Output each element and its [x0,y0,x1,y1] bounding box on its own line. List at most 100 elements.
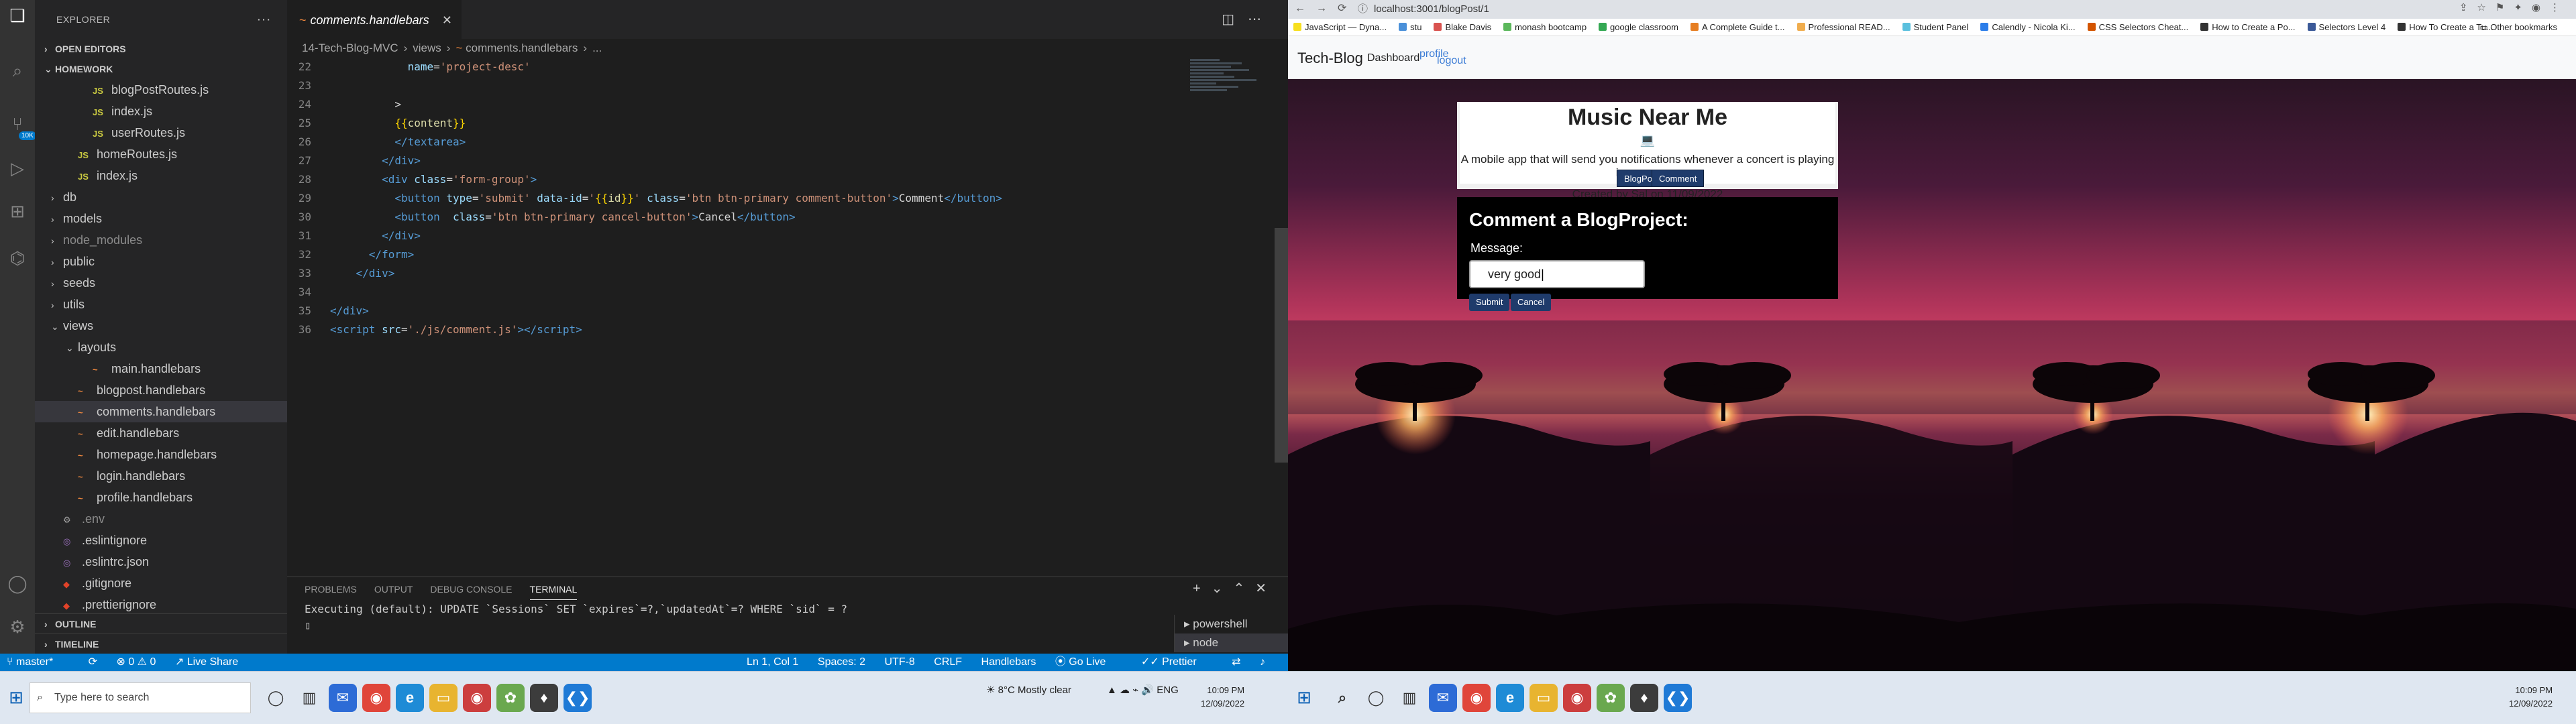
mail-app-icon[interactable]: ✉ [1429,684,1457,712]
tree-item[interactable]: JS index.js [35,101,287,122]
tab-output[interactable]: OUTPUT [374,577,413,601]
tree-item[interactable]: JS blogPostRoutes.js [35,79,287,101]
tab-terminal[interactable]: TERMINAL [529,579,578,600]
tree-item[interactable]: ◆ .prettierignore [35,594,287,615]
widgets-icon[interactable]: ▥ [295,684,323,712]
tree-item[interactable]: ~ blogpost.handlebars [35,379,287,401]
submit-button[interactable]: Submit [1469,294,1510,311]
breadcrumb-item[interactable]: comments.handlebars [466,42,578,54]
extensions-icon[interactable]: ⊞ [7,201,28,223]
bookmark-item[interactable]: JavaScript — Dyna... [1293,19,1387,36]
windows-start-icon[interactable]: ⊞ [1292,685,1316,709]
nav-dashboard-link[interactable]: Dashboard [1367,52,1419,64]
minimap[interactable] [1190,58,1264,138]
app-icon[interactable]: ♦ [530,684,558,712]
puzzle-icon[interactable]: ✦ [2514,2,2532,13]
chrome-profile-icon[interactable]: ◉ [463,684,491,712]
eol-status[interactable]: CRLF [934,656,962,668]
tree-item[interactable]: JS index.js [35,165,287,186]
tree-item[interactable]: ~ profile.handlebars [35,487,287,508]
run-debug-icon[interactable]: ▷ [7,158,28,180]
close-tab-icon[interactable]: ✕ [442,1,452,40]
sync-icon[interactable]: ⟳ [89,656,97,668]
tree-item[interactable]: ~ main.handlebars [35,358,287,379]
tree-item[interactable]: › utils [35,294,287,315]
star-icon[interactable]: ☆ [2477,2,2495,13]
bookmark-item[interactable]: google classroom [1599,19,1678,36]
search-icon[interactable]: ⌕ [1328,684,1356,712]
app-icon[interactable]: ✿ [496,684,525,712]
remote-icon[interactable]: ⇄ [1232,656,1240,668]
split-editor-icon[interactable]: ◫ [1222,12,1248,27]
back-icon[interactable]: ← [1295,3,1316,14]
breadcrumb-item[interactable]: views [413,42,441,54]
tree-item[interactable]: JS homeRoutes.js [35,143,287,165]
tree-item[interactable]: ⚙ .env [35,508,287,530]
problems-status[interactable]: ⊗ 0 ⚠ 0 [116,656,156,668]
comment-button[interactable]: Comment [1652,170,1705,187]
remote-explorer-icon[interactable]: ⌬ [7,248,28,269]
close-panel-icon[interactable]: ✕ [1255,581,1277,596]
terminal-output[interactable]: Executing (default): UPDATE `Sessions` S… [287,601,1288,634]
task-view-icon[interactable]: ◯ [262,684,290,712]
breadcrumb-item[interactable]: 14-Tech-Blog-MVC [302,42,398,54]
task-view-icon[interactable]: ◯ [1362,684,1390,712]
tab-comments-handlebars[interactable]: ~ comments.handlebars ✕ [287,0,462,39]
profile-avatar-icon[interactable]: ◉ [2532,2,2550,13]
bookmark-item[interactable]: Professional READ... [1796,19,1890,36]
other-bookmarks[interactable]: ▭ Other bookmarks [2479,19,2569,36]
tree-item[interactable]: JS userRoutes.js [35,122,287,143]
vscode-app-icon[interactable]: ❮❯ [564,684,592,712]
tree-item[interactable]: › node_modules [35,229,287,251]
share-icon[interactable]: ⇪ [2459,2,2477,13]
live-share-status[interactable]: ↗ Live Share [175,656,254,668]
accounts-icon[interactable]: ◯ [7,573,28,595]
tree-item[interactable]: ~ homepage.handlebars [35,444,287,465]
language-mode[interactable]: Handlebars [981,656,1036,668]
app-icon[interactable]: ♦ [1630,684,1658,712]
message-input[interactable]: very good| [1469,260,1645,288]
info-icon[interactable]: ⓘ [1358,2,1368,17]
outline-section[interactable]: › OUTLINE [35,613,287,634]
branch-status[interactable]: ⑂ master* [7,656,69,668]
file-explorer-icon[interactable]: ▭ [429,684,458,712]
chevron-down-icon[interactable]: ⌄ [1212,581,1234,596]
edge-app-icon[interactable]: e [1496,684,1524,712]
file-explorer-icon[interactable]: ▭ [1529,684,1558,712]
notifications-icon[interactable]: ♪ [1260,656,1265,668]
extension-icon[interactable]: ⚑ [2496,2,2514,13]
cancel-button[interactable]: Cancel [1511,294,1552,311]
maximize-panel-icon[interactable]: ⌃ [1233,581,1255,596]
tree-item[interactable]: ⌄ layouts [35,337,287,358]
chrome-app-icon[interactable]: ◉ [362,684,390,712]
go-live-status[interactable]: ⦿ Go Live [1055,656,1122,668]
tree-item[interactable]: › public [35,251,287,272]
tree-item[interactable]: › db [35,186,287,208]
nav-logout-link[interactable]: logout [1437,55,1466,67]
tree-item[interactable]: › seeds [35,272,287,294]
code-editor[interactable]: 22 name='project-desc' 23 24 >25 {{content… [287,58,1272,574]
tray-icons[interactable]: ▲ ☁ ⌁ 🔊 ENG [1107,684,1179,697]
encoding-status[interactable]: UTF-8 [885,656,915,668]
terminal-instance[interactable]: ▸ powershell [1175,615,1288,634]
chrome-profile-icon[interactable]: ◉ [1563,684,1591,712]
bookmark-item[interactable]: monash bootcamp [1503,19,1587,36]
prettier-status[interactable]: ✓✓ Prettier [1141,656,1213,668]
editor-scrollbar[interactable] [1275,228,1288,463]
bookmark-item[interactable]: How to Create a Po... [2200,19,2296,36]
bookmark-item[interactable]: Selectors Level 4 [2307,19,2385,36]
taskbar-clock[interactable]: 10:09 PM 12/09/2022 [2509,684,2553,711]
workspace-section[interactable]: ⌄ HOMEWORK [35,59,287,79]
forward-icon[interactable]: → [1316,3,1338,14]
tree-item[interactable]: ◆ .gitignore [35,572,287,594]
bookmark-item[interactable]: A Complete Guide t... [1690,19,1785,36]
tree-item[interactable]: ⌄ views [35,315,287,337]
windows-start-icon[interactable]: ⊞ [4,685,28,709]
mail-app-icon[interactable]: ✉ [329,684,357,712]
tab-problems[interactable]: PROBLEMS [305,577,357,601]
new-terminal-icon[interactable]: + [1193,581,1212,596]
tree-item[interactable]: ◎ .eslintrc.json [35,551,287,572]
files-icon[interactable]: ❏ [7,5,28,27]
terminal-instance[interactable]: ▸ node [1175,634,1288,652]
open-editors-section[interactable]: › OPEN EDITORS [35,39,287,59]
